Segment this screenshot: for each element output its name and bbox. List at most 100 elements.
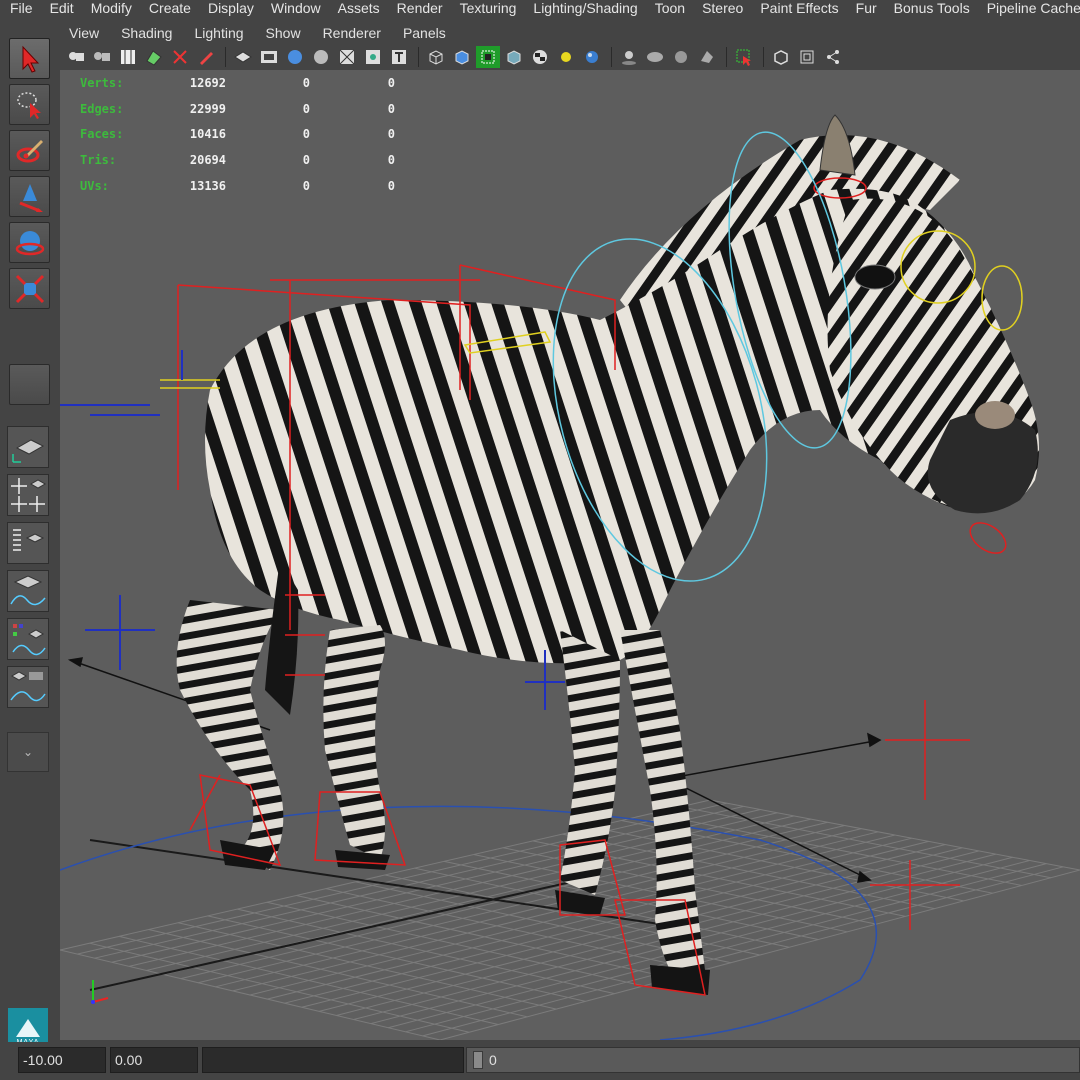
move-icon bbox=[18, 183, 43, 212]
panel-menu-shading[interactable]: Shading bbox=[110, 25, 183, 41]
textured-icon[interactable] bbox=[502, 46, 526, 68]
wireframe-on-shaded-icon[interactable] bbox=[476, 46, 500, 68]
menu-render[interactable]: Render bbox=[387, 0, 450, 16]
playback-field[interactable] bbox=[202, 1047, 464, 1073]
single-perspective-layout-button[interactable] bbox=[7, 426, 49, 468]
menu-paint-effects[interactable]: Paint Effects bbox=[750, 0, 845, 16]
safe-title-icon[interactable] bbox=[387, 46, 411, 68]
checker-texture-icon[interactable] bbox=[528, 46, 552, 68]
wireframe-icon[interactable] bbox=[424, 46, 448, 68]
xray-icon[interactable] bbox=[769, 46, 793, 68]
resolution-gate-icon[interactable] bbox=[283, 46, 307, 68]
outliner-persp-layout-button[interactable] bbox=[7, 522, 49, 564]
shadows-icon[interactable] bbox=[617, 46, 641, 68]
time-slider-handle[interactable] bbox=[473, 1051, 483, 1069]
hud-row: Edges: 22999 0 0 bbox=[80, 96, 395, 122]
current-frame: 0 bbox=[489, 1052, 497, 1068]
field-chart-icon[interactable] bbox=[335, 46, 359, 68]
toolbar-separator bbox=[225, 47, 226, 67]
smooth-shade-icon[interactable] bbox=[450, 46, 474, 68]
scale-icon bbox=[15, 274, 44, 303]
image-plane-icon[interactable] bbox=[142, 46, 166, 68]
hud-value: 0 bbox=[387, 178, 395, 193]
bookmarks-icon[interactable] bbox=[116, 46, 140, 68]
panel-menu-view[interactable]: View bbox=[58, 25, 110, 41]
panel-menu-bar: View Shading Lighting Show Renderer Panels bbox=[58, 22, 1080, 44]
hud-label: UVs: bbox=[80, 178, 109, 193]
hud-value: 0 bbox=[302, 178, 310, 193]
time-slider[interactable]: 0 bbox=[466, 1047, 1080, 1073]
menu-lighting-shading[interactable]: Lighting/Shading bbox=[523, 0, 644, 16]
hud-value: 0 bbox=[302, 101, 310, 116]
two-d-pan-zoom-icon[interactable] bbox=[168, 46, 192, 68]
screen-space-ao-icon[interactable] bbox=[643, 46, 667, 68]
camera-attributes-icon[interactable] bbox=[90, 46, 114, 68]
menu-window[interactable]: Window bbox=[261, 0, 328, 16]
select-camera-icon[interactable] bbox=[64, 46, 88, 68]
isolate-select-icon[interactable] bbox=[732, 46, 756, 68]
lasso-icon bbox=[16, 91, 41, 119]
perspective-viewport[interactable]: Verts: 12692 0 0 Edges: 22999 0 0 Faces: 10416 0 0 T… bbox=[60, 70, 1080, 1040]
hud-value: 0 bbox=[302, 152, 310, 167]
panel-menu-lighting[interactable]: Lighting bbox=[183, 25, 254, 41]
graph-editor-layout-icon bbox=[10, 575, 46, 606]
scale-tool-button[interactable] bbox=[9, 268, 50, 309]
gate-mask-icon[interactable] bbox=[309, 46, 333, 68]
motion-blur-icon[interactable] bbox=[669, 46, 693, 68]
menu-fur[interactable]: Fur bbox=[846, 0, 884, 16]
grid-toggle-icon[interactable] bbox=[231, 46, 255, 68]
default-light-icon[interactable] bbox=[554, 46, 578, 68]
four-view-layout-button[interactable] bbox=[7, 474, 49, 516]
persp-outliner-graph-layout-button[interactable] bbox=[7, 666, 49, 708]
menu-bonus-tools[interactable]: Bonus Tools bbox=[884, 0, 977, 16]
panel-menu-show[interactable]: Show bbox=[255, 25, 312, 41]
range-start-field[interactable]: -10.00 bbox=[18, 1047, 106, 1073]
menu-display[interactable]: Display bbox=[198, 0, 261, 16]
menu-create[interactable]: Create bbox=[139, 0, 198, 16]
panel-toolbar bbox=[64, 44, 1080, 70]
safe-action-icon[interactable] bbox=[361, 46, 385, 68]
hud-label: Edges: bbox=[80, 101, 124, 116]
range-slider-bar: -10.00 0.00 0 bbox=[0, 1042, 1080, 1080]
hud-label: Tris: bbox=[80, 152, 117, 167]
move-tool-button[interactable] bbox=[9, 176, 50, 217]
menu-edit[interactable]: Edit bbox=[40, 0, 81, 16]
grease-pencil-icon[interactable] bbox=[194, 46, 218, 68]
toolbar-separator bbox=[726, 47, 727, 67]
range-current-field[interactable]: 0.00 bbox=[110, 1047, 198, 1073]
viewport-scene[interactable] bbox=[60, 70, 1080, 1040]
menu-file[interactable]: File bbox=[0, 0, 40, 16]
film-gate-icon[interactable] bbox=[257, 46, 281, 68]
layout-options-button[interactable]: ⌄ bbox=[7, 732, 49, 772]
menu-toon[interactable]: Toon bbox=[645, 0, 692, 16]
paint-brush-icon bbox=[16, 139, 43, 162]
hud-row: Tris: 20694 0 0 bbox=[80, 147, 395, 173]
hud-row: Faces: 10416 0 0 bbox=[80, 121, 395, 147]
hypershade-layout-icon bbox=[12, 624, 46, 656]
menu-modify[interactable]: Modify bbox=[81, 0, 139, 16]
outliner-layout-icon bbox=[13, 529, 45, 551]
xray-joints-icon[interactable] bbox=[795, 46, 819, 68]
select-tool-button[interactable] bbox=[9, 38, 50, 79]
menu-stereo[interactable]: Stereo bbox=[692, 0, 750, 16]
last-tool-button[interactable] bbox=[9, 364, 50, 405]
menu-assets[interactable]: Assets bbox=[328, 0, 387, 16]
xray-components-icon[interactable] bbox=[821, 46, 845, 68]
persp-graph-layout-button[interactable] bbox=[7, 570, 49, 612]
hud-label: Faces: bbox=[80, 127, 124, 142]
paint-select-tool-button[interactable] bbox=[9, 130, 50, 171]
hud-row: UVs: 13136 0 0 bbox=[80, 173, 395, 199]
all-lights-icon[interactable] bbox=[580, 46, 604, 68]
menu-texturing[interactable]: Texturing bbox=[450, 0, 524, 16]
hud-value: 0 bbox=[387, 101, 395, 116]
menu-pipeline-cache[interactable]: Pipeline Cache bbox=[977, 0, 1080, 16]
anti-aliasing-icon[interactable] bbox=[695, 46, 719, 68]
lasso-tool-button[interactable] bbox=[9, 84, 50, 125]
panel-menu-renderer[interactable]: Renderer bbox=[312, 25, 392, 41]
zebra-nose-highlight bbox=[975, 401, 1015, 429]
toolbox: ⌄ MAYA bbox=[0, 16, 58, 1048]
hypershade-layout-button[interactable] bbox=[7, 618, 49, 660]
panel-menu-panels[interactable]: Panels bbox=[392, 25, 457, 41]
hud-value: 12692 bbox=[189, 75, 226, 90]
rotate-tool-button[interactable] bbox=[9, 222, 50, 263]
